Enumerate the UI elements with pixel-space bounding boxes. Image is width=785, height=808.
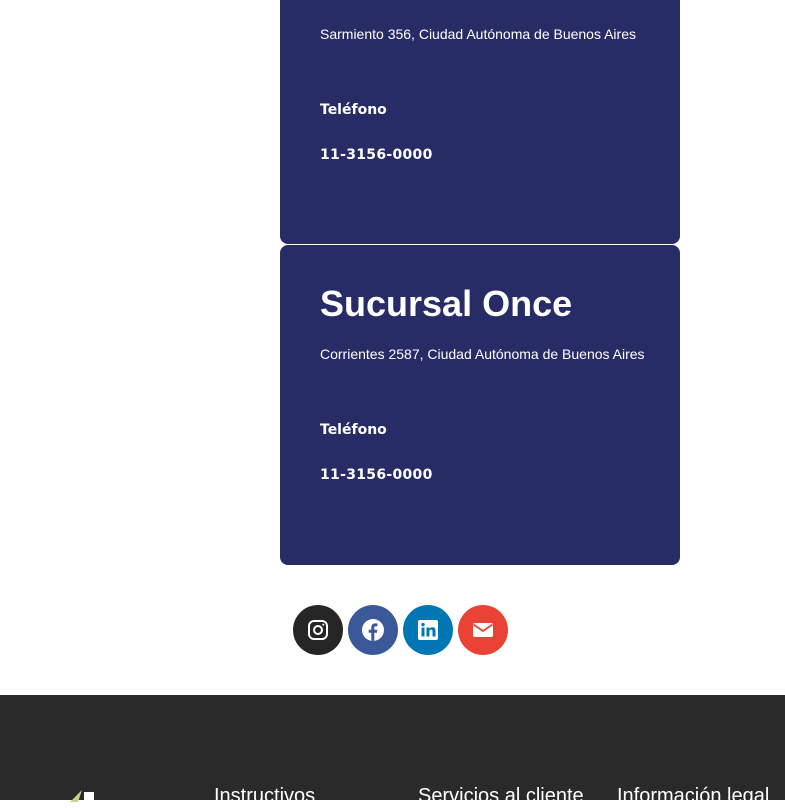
facebook-button[interactable]: [348, 605, 398, 655]
linkedin-button[interactable]: [403, 605, 453, 655]
phone-label: Teléfono: [320, 422, 387, 438]
branch-card-sarmiento: Sarmiento 356, Ciudad Autónoma de Buenos…: [280, 0, 680, 244]
branch-address: Sarmiento 356, Ciudad Autónoma de Buenos…: [320, 26, 636, 42]
site-footer: Instructivos Servicios al cliente Inform…: [0, 695, 785, 807]
phone-number[interactable]: 11-3156-0000: [320, 467, 433, 483]
facebook-icon: [362, 619, 384, 641]
footer-column-instructivos[interactable]: Instructivos: [214, 785, 315, 808]
company-logo: [70, 790, 94, 802]
social-links: [293, 605, 508, 655]
footer-column-servicios[interactable]: Servicios al cliente: [418, 785, 584, 808]
footer-column-legal[interactable]: Información legal: [617, 785, 769, 808]
instagram-button[interactable]: [293, 605, 343, 655]
branch-card-once: Sucursal Once Corrientes 2587, Ciudad Au…: [280, 245, 680, 565]
phone-number[interactable]: 11-3156-0000: [320, 147, 433, 163]
email-button[interactable]: [458, 605, 508, 655]
branch-title: Sucursal Once: [320, 283, 573, 324]
phone-label: Teléfono: [320, 102, 387, 118]
envelope-icon: [472, 623, 494, 637]
branch-address: Corrientes 2587, Ciudad Autónoma de Buen…: [320, 346, 645, 362]
linkedin-icon: [418, 620, 438, 640]
instagram-icon: [308, 620, 328, 640]
